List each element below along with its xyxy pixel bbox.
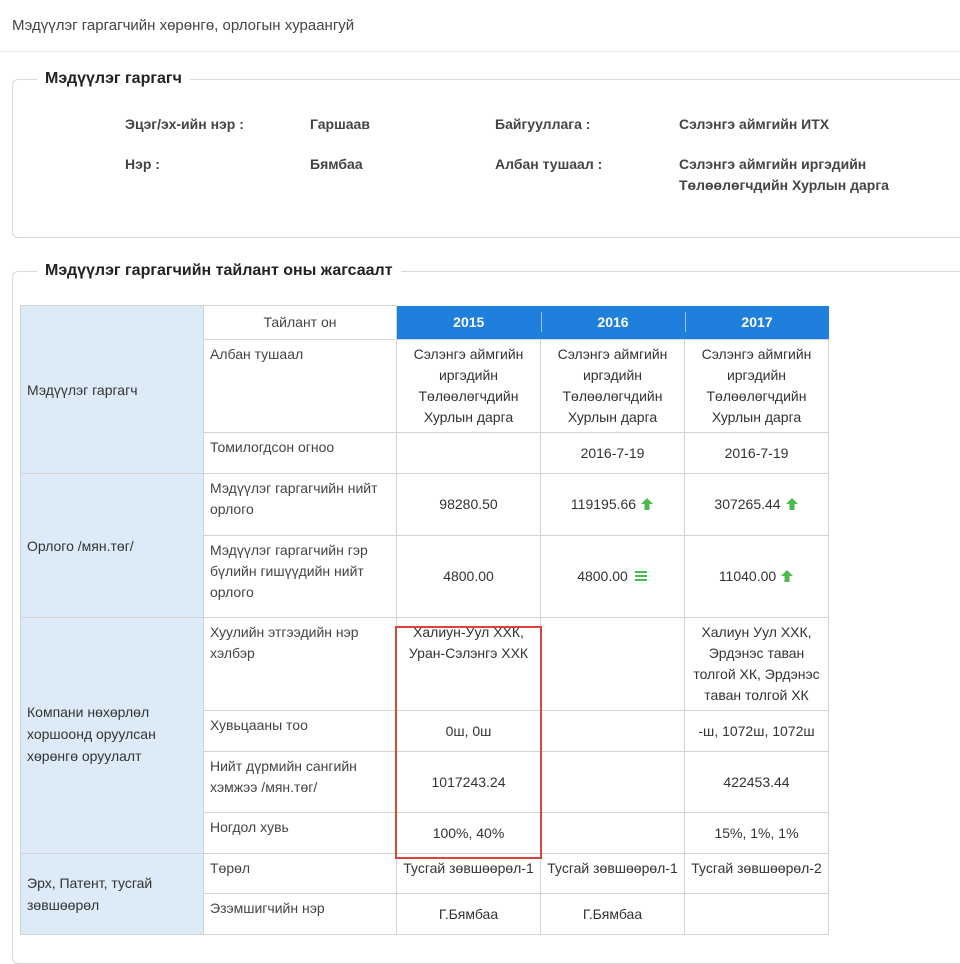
family-income-2017: 11040.00 [684, 535, 829, 618]
position-label: Албан тушаал : [495, 156, 603, 172]
row-label-license-type: Төрөл [203, 853, 397, 894]
organization-value: Сэлэнгэ аймгийн ИТХ [679, 116, 830, 132]
license-type-2015: Тусгай зөвшөөрөл-1 [396, 853, 541, 894]
entity-name-2016 [540, 617, 685, 711]
year-header-2017[interactable]: 2017 [684, 305, 829, 340]
owner-2016: Г.Бямбаа [540, 893, 685, 935]
table-row: Орлого /мян.төг/ Мэдүүлэг гаргагчийн ний… [20, 473, 829, 618]
license-type-2017: Тусгай зөвшөөрөл-2 [684, 853, 829, 894]
year-header-2015[interactable]: 2015 [396, 305, 541, 340]
name-value: Бямбаа [310, 156, 363, 172]
row-label-shares: Хувьцааны тоо [203, 710, 397, 752]
surname-label: Эцэг/эх-ийн нэр : [125, 116, 244, 132]
capital-2016 [540, 751, 685, 813]
trend-up-icon [785, 498, 798, 510]
section-income: Орлого /мян.төг/ [20, 473, 204, 618]
total-income-2016: 119195.66 [540, 473, 685, 536]
row-label-owner: Эзэмшигчийн нэр [203, 893, 397, 935]
report-panel-legend: Мэдүүлэг гаргагчийн тайлант оны жагсаалт [45, 262, 393, 279]
table-row: Мэдүүлэг гаргагч Тайлант он 2015 2016 20… [20, 305, 829, 474]
year-header-2016[interactable]: 2016 [540, 305, 685, 340]
page-header: Мэдүүлэг гаргагчийн хөрөнгө, орлогын хур… [0, 0, 960, 52]
row-label-appointed: Томилогдсон огноо [203, 432, 397, 474]
table-row: Эрх, Патент, тусгай зөвшөөрөл Төрөл Тусг… [20, 853, 829, 935]
trend-up-icon [641, 498, 654, 510]
page-title: Мэдүүлэг гаргагчийн хөрөнгө, орлогын хур… [12, 17, 355, 34]
stake-2016 [540, 812, 685, 854]
total-income-2017: 307265.44 [684, 473, 829, 536]
owner-2015: Г.Бямбаа [396, 893, 541, 935]
appointed-2017: 2016-7-19 [684, 432, 829, 474]
surname-value: Гаршаав [310, 116, 370, 132]
position-value: Сэлэнгэ аймгийн иргэдийн Төлөөлөгчдийн Х… [679, 156, 889, 193]
appointed-2015 [396, 432, 541, 474]
organization-label: Байгууллага : [495, 116, 591, 132]
position-2017: Сэлэнгэ аймгийн иргэдийн Төлөөлөгчдийн Х… [684, 339, 829, 433]
yearly-report-table: Мэдүүлэг гаргагч Тайлант он 2015 2016 20… [20, 305, 829, 935]
shares-2016 [540, 710, 685, 752]
shares-2017: -ш, 1072ш, 1072ш [684, 710, 829, 752]
name-label: Нэр : [125, 156, 160, 172]
entity-name-2017: Халиун Уул ХХК, Эрдэнэс таван толгой ХК,… [684, 617, 829, 711]
owner-2017 [684, 893, 829, 935]
table-row: Компани нөхөрлөл хоршоонд оруулсан хөрөн… [20, 617, 829, 854]
row-label-capital: Нийт дүрмийн сангийн хэмжээ /мян.төг/ [203, 751, 397, 813]
family-income-2016: 4800.00 [540, 535, 685, 618]
trend-equal-icon [634, 571, 647, 581]
section-license: Эрх, Патент, тусгай зөвшөөрөл [20, 853, 204, 935]
total-income-2015: 98280.50 [396, 473, 541, 536]
row-label-total-income: Мэдүүлэг гаргагчийн нийт орлого [203, 473, 397, 536]
declarant-panel-legend: Мэдүүлэг гаргагч [45, 70, 182, 87]
license-type-2016: Тусгай зөвшөөрөл-1 [540, 853, 685, 894]
section-company: Компани нөхөрлөл хоршоонд оруулсан хөрөн… [20, 617, 204, 854]
year-column-header: Тайлант он [203, 305, 397, 340]
stake-2015: 100%, 40% [396, 812, 541, 854]
capital-2015: 1017243.24 [396, 751, 541, 813]
position-2015: Сэлэнгэ аймгийн иргэдийн Төлөөлөгчдийн Х… [396, 339, 541, 433]
stake-2017: 15%, 1%, 1% [684, 812, 829, 854]
row-label-stake: Ногдол хувь [203, 812, 397, 854]
row-label-family-income: Мэдүүлэг гаргагчийн гэр бүлийн гишүүдийн… [203, 535, 397, 618]
entity-name-2015: Халиун-Уул ХХК, Уран-Сэлэнгэ ХХК [396, 617, 541, 711]
capital-2017: 422453.44 [684, 751, 829, 813]
row-label-entity-name: Хуулийн этгээдийн нэр хэлбэр [203, 617, 397, 711]
section-declarant: Мэдүүлэг гаргагч [20, 305, 204, 474]
shares-2015: 0ш, 0ш [396, 710, 541, 752]
family-income-2015: 4800.00 [396, 535, 541, 618]
position-2016: Сэлэнгэ аймгийн иргэдийн Төлөөлөгчдийн Х… [540, 339, 685, 433]
appointed-2016: 2016-7-19 [540, 432, 685, 474]
row-label-position: Албан тушаал [203, 339, 397, 433]
trend-up-icon [781, 570, 794, 582]
